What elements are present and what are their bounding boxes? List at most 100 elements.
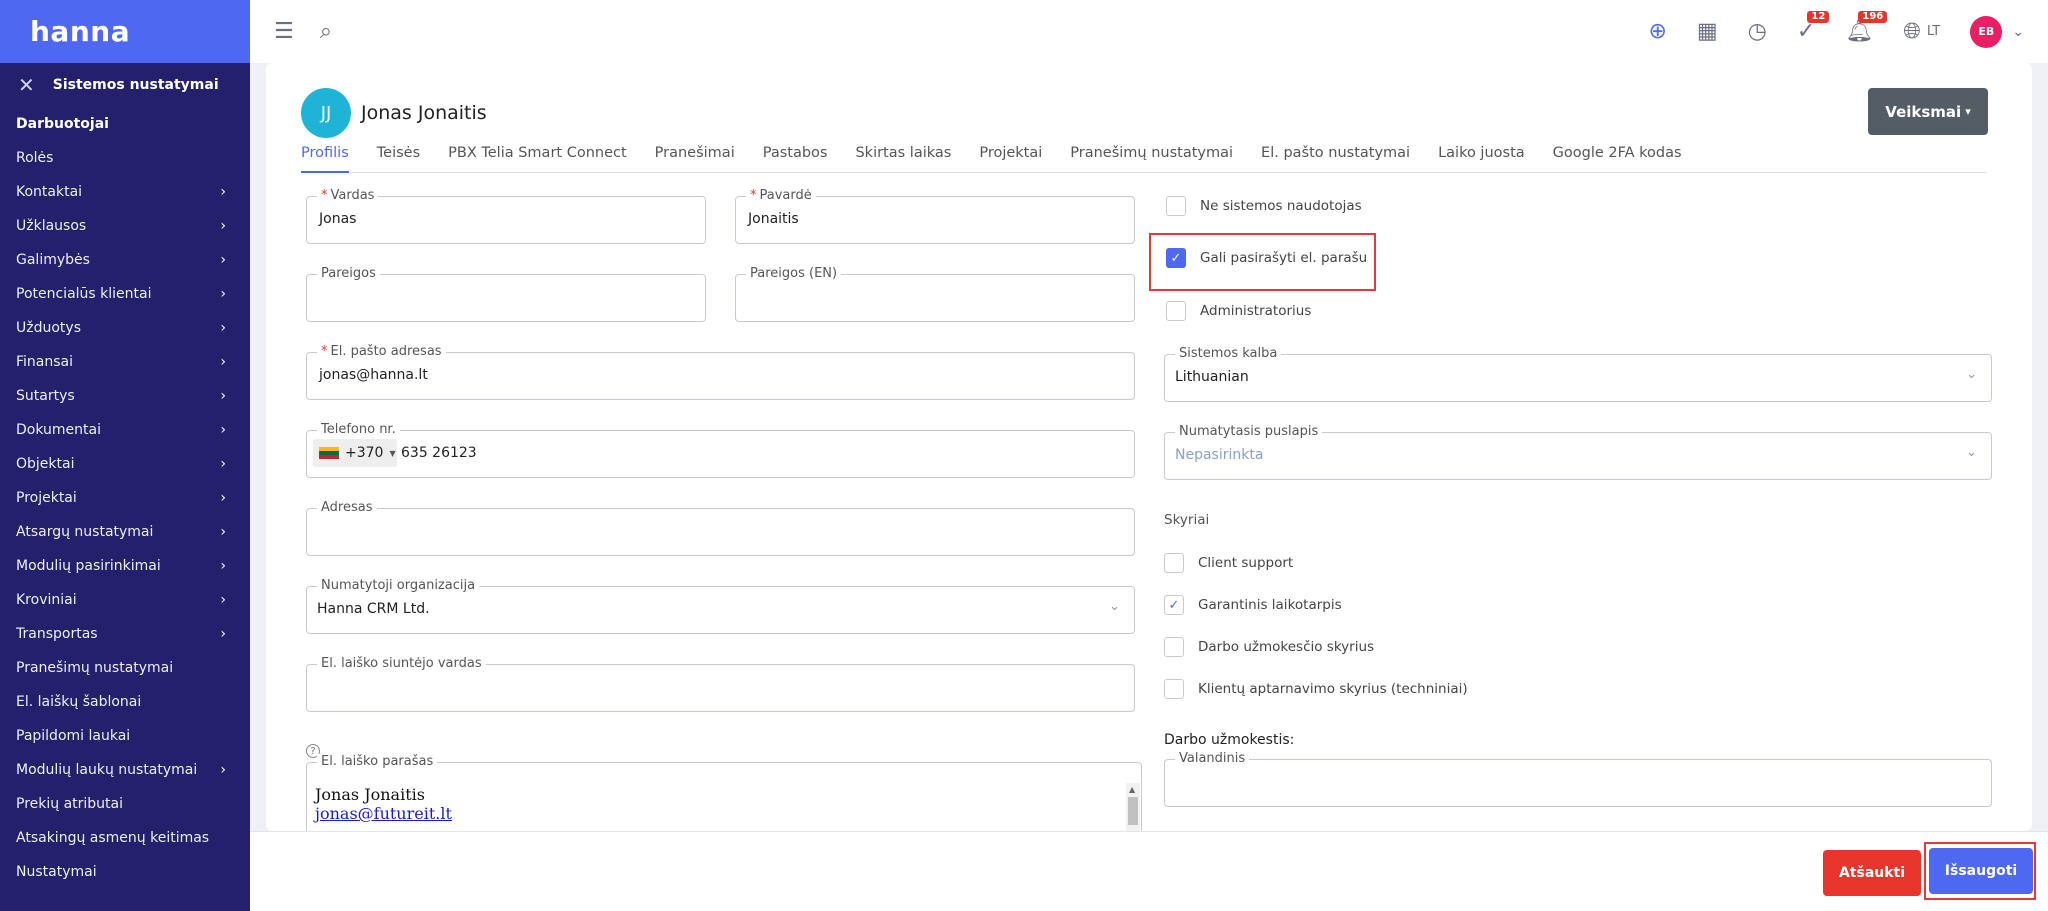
chevron-right-icon: › xyxy=(220,626,226,642)
sidebar-item[interactable]: Atsargų nustatymai › xyxy=(0,515,250,549)
sidebar-item[interactable]: Objektai › xyxy=(0,447,250,481)
address-field[interactable]: Adresas xyxy=(306,500,1135,556)
save-button[interactable]: Išsaugoti xyxy=(1929,848,2033,894)
sidebar-item[interactable]: Prekių atributai xyxy=(0,787,250,821)
sidebar-item[interactable]: Pranešimų nustatymai xyxy=(0,651,250,685)
system-language-select[interactable]: Sistemos kalba Lithuanian ⌄ xyxy=(1164,346,1992,402)
country-code-selector[interactable]: +370 ▼ xyxy=(313,439,397,467)
chevron-right-icon: › xyxy=(220,184,226,200)
sidebar-item-label: Papildomi laukai xyxy=(16,728,131,744)
sidebar-item[interactable]: Projektai › xyxy=(0,481,250,515)
department-checkbox[interactable] xyxy=(1164,553,1184,573)
sidebar-item-label: Galimybės xyxy=(16,252,90,268)
sidebar-item-label: Užklausos xyxy=(16,218,87,234)
tab[interactable]: Projektai xyxy=(979,141,1042,173)
can-sign-checkbox[interactable]: ✓ xyxy=(1166,248,1186,268)
scroll-up-icon[interactable]: ▲ xyxy=(1129,785,1135,794)
tab[interactable]: Pranešimų nustatymai xyxy=(1070,141,1233,173)
administrator-checkbox[interactable] xyxy=(1166,301,1186,321)
first-name-field[interactable]: * Vardas Jonas xyxy=(306,188,706,244)
department-checkbox-row[interactable]: Klientų aptarnavimo skyrius (techniniai) xyxy=(1164,679,1468,699)
tasks-badge: 12 xyxy=(1807,10,1830,23)
tab[interactable]: Teisės xyxy=(377,141,420,173)
hourly-rate-label: Valandinis xyxy=(1175,751,1250,767)
department-checkbox[interactable] xyxy=(1164,637,1184,657)
position-en-field[interactable]: Pareigos (EN) xyxy=(735,266,1135,322)
chevron-down-icon[interactable]: ⌄ xyxy=(2012,25,2024,39)
sidebar-item[interactable]: Modulių laukų nustatymai › xyxy=(0,753,250,787)
user-avatar[interactable]: EB xyxy=(1970,15,2003,48)
department-checkbox[interactable] xyxy=(1164,679,1184,699)
scrollbar-thumb[interactable] xyxy=(1128,797,1138,825)
sidebar-item[interactable]: Galimybės › xyxy=(0,243,250,277)
search-icon[interactable]: ⌕ xyxy=(320,20,332,43)
actions-dropdown-button[interactable]: Veiksmai ▾ xyxy=(1868,88,1988,135)
tasks-icon[interactable]: ✓ 12 xyxy=(1797,10,1830,43)
email-field[interactable]: * El. pašto adresas jonas@hanna.lt xyxy=(306,344,1135,400)
sidebar-item-label: Rolės xyxy=(16,150,54,166)
sidebar-item[interactable]: Modulių pasirinkimai › xyxy=(0,549,250,583)
bell-icon[interactable]: 🔔︎ 196 xyxy=(1845,10,1888,43)
tab[interactable]: Google 2FA kodas xyxy=(1553,141,1682,173)
sidebar-item[interactable]: Užduotys › xyxy=(0,311,250,345)
sidebar-item[interactable]: Transportas › xyxy=(0,617,250,651)
sidebar-item[interactable]: Papildomi laukai xyxy=(0,719,250,753)
clock-icon[interactable]: ◷ xyxy=(1748,20,1767,43)
not-system-user-label: Ne sistemos naudotojas xyxy=(1200,198,1362,214)
tab[interactable]: Pranešimai xyxy=(655,141,735,173)
department-checkbox-row[interactable]: ✓ Garantinis laikotarpis xyxy=(1164,595,1342,615)
hanna-logo[interactable]: hanna xyxy=(30,15,130,48)
position-field[interactable]: Pareigos xyxy=(306,266,706,322)
administrator-checkbox-row[interactable]: Administratorius xyxy=(1166,301,1311,321)
can-sign-checkbox-row[interactable]: ✓ Gali pasirašyti el. parašu xyxy=(1166,248,1367,268)
sidebar-item[interactable]: El. laiškų šablonai xyxy=(0,685,250,719)
tab[interactable]: Laiko juosta xyxy=(1438,141,1525,173)
signature-content[interactable]: Jonas Jonaitis jonas@futureit.lt xyxy=(315,785,452,823)
chevron-right-icon: › xyxy=(220,456,226,472)
sidebar-item[interactable]: Darbuotojai xyxy=(0,107,250,141)
department-checkbox-row[interactable]: Client support xyxy=(1164,553,1293,573)
sidebar-item[interactable]: Rolės xyxy=(0,141,250,175)
tab[interactable]: Skirtas laikas xyxy=(855,141,951,173)
signature-editor[interactable]: El. laiško parašas Jonas Jonaitis jonas@… xyxy=(306,754,1142,831)
sidebar-item[interactable]: Kontaktai › xyxy=(0,175,250,209)
signature-scrollbar[interactable]: ▲ xyxy=(1126,783,1140,831)
qr-code-icon[interactable]: ▦ xyxy=(1697,20,1718,43)
organization-label: Numatytoji organizacija xyxy=(317,578,480,594)
close-icon[interactable]: ✕ xyxy=(18,73,35,97)
organization-select[interactable]: Numatytoji organizacija Hanna CRM Ltd. ⌄ xyxy=(306,578,1135,634)
department-checkbox[interactable]: ✓ xyxy=(1164,595,1184,615)
signature-email-link[interactable]: jonas@futureit.lt xyxy=(315,804,452,823)
add-circle-icon[interactable]: ⊕ xyxy=(1648,20,1666,43)
sidebar-item-label: Kontaktai xyxy=(16,184,83,200)
sidebar-item[interactable]: Dokumentai › xyxy=(0,413,250,447)
employee-profile-card: JJ Jonas Jonaitis Veiksmai ▾ Profilis Tei… xyxy=(266,63,2032,831)
sidebar-item-label: Darbuotojai xyxy=(16,116,109,132)
hamburger-menu-icon[interactable]: ☰ xyxy=(274,20,294,43)
chevron-right-icon: › xyxy=(220,490,226,506)
first-name-value: Jonas xyxy=(319,211,357,227)
chevron-right-icon: › xyxy=(220,558,226,574)
default-page-select[interactable]: Numatytasis puslapis Nepasirinkta ⌄ xyxy=(1164,424,1992,480)
sidebar-item[interactable]: Nustatymai xyxy=(0,855,250,889)
sidebar-item[interactable]: Atsakingų asmenų keitimas xyxy=(0,821,250,855)
tab[interactable]: El. pašto nustatymai xyxy=(1261,141,1410,173)
sidebar-item[interactable]: Finansai › xyxy=(0,345,250,379)
tab[interactable]: Profilis xyxy=(301,141,349,173)
phone-field[interactable]: Telefono nr. +370 ▼ 635 26123 xyxy=(306,422,1135,478)
tab[interactable]: PBX Telia Smart Connect xyxy=(448,141,627,173)
sidebar-item[interactable]: Sutartys › xyxy=(0,379,250,413)
tab[interactable]: Pastabos xyxy=(763,141,828,173)
sidebar-item[interactable]: Potencialūs klientai › xyxy=(0,277,250,311)
department-checkbox-row[interactable]: Darbo užmokesčio skyrius xyxy=(1164,637,1374,657)
sender-name-field[interactable]: El. laiško siuntėjo vardas xyxy=(306,656,1135,712)
sidebar-item-label: Sutartys xyxy=(16,388,75,404)
cancel-button[interactable]: Atšaukti xyxy=(1823,850,1921,896)
language-switcher[interactable]: 🌐︎ LT xyxy=(1903,20,1940,43)
not-system-user-checkbox-row[interactable]: Ne sistemos naudotojas xyxy=(1166,196,1362,216)
not-system-user-checkbox[interactable] xyxy=(1166,196,1186,216)
last-name-field[interactable]: * Pavardė Jonaitis xyxy=(735,188,1135,244)
hourly-rate-field[interactable]: Valandinis xyxy=(1164,751,1992,807)
sidebar-item[interactable]: Kroviniai › xyxy=(0,583,250,617)
sidebar-item[interactable]: Užklausos › xyxy=(0,209,250,243)
